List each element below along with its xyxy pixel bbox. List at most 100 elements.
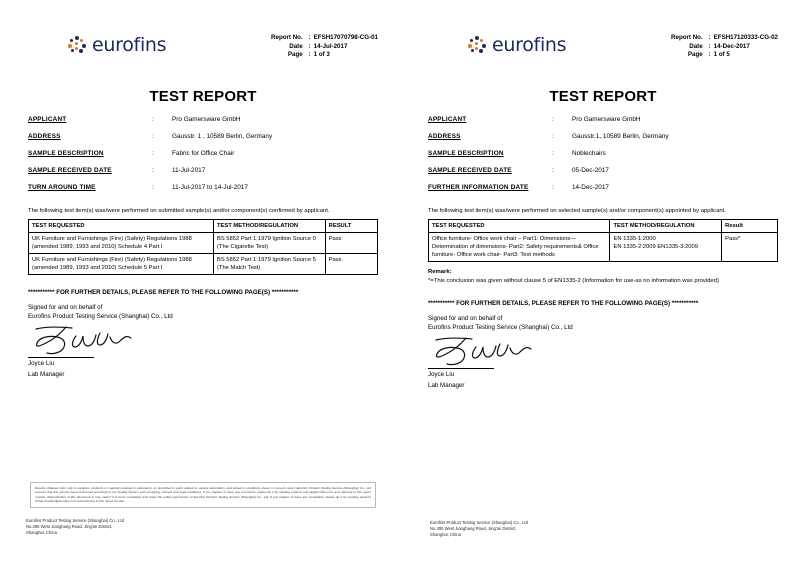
footer-address: Eurofins Product Testing Service (Shangh… xyxy=(430,520,528,538)
report-meta: Report No. : EFSH17120333-CG-02 Date : 1… xyxy=(657,34,778,60)
field-label: SAMPLE DESCRIPTION xyxy=(428,150,504,157)
page-title: TEST REPORT xyxy=(149,88,257,105)
intro-text: The following test item(s) was/were perf… xyxy=(428,208,726,214)
report-meta: Report No. : EFSH17070798-CG-01 Date : 1… xyxy=(257,34,378,60)
page-row: Page : 1 of 3 xyxy=(257,51,378,60)
cell-test-method: BS 5852 Part 1:1979 Ignition Source 0 (T… xyxy=(212,232,326,254)
date-value: 14-Jul-2017 xyxy=(313,42,348,50)
column-header-result: Result xyxy=(721,219,778,233)
colon: : xyxy=(552,116,554,123)
field-label: TURN AROUND TIME xyxy=(28,184,96,191)
eurofins-wordmark: eurofins xyxy=(492,34,567,56)
disclaimer-text: Results obtained refer only to samples, … xyxy=(30,481,376,508)
signature-line xyxy=(28,357,94,358)
page-title: TEST REPORT xyxy=(549,88,657,105)
applicant-fields: APPLICANT : Pro Gamersware GmbH ADDRESS … xyxy=(428,116,778,201)
field-value: Fabric for Office Chair xyxy=(172,150,235,157)
report-no-label: Report No. xyxy=(271,34,303,41)
field-label: FURTHER INFORMATION DATE xyxy=(428,184,529,191)
field-label: ADDRESS xyxy=(28,133,61,140)
further-details-note: *********** FOR FURTHER DETAILS, PLEASE … xyxy=(428,300,699,307)
field-value: Pro Gamersware GmbH xyxy=(572,116,641,123)
page-label: Page xyxy=(687,51,703,59)
footer-city: Shanghai, China xyxy=(26,530,57,535)
report-no-label: Report No. xyxy=(671,34,703,41)
signature-line xyxy=(428,368,494,369)
remark-text: *=This conclusion was given without clau… xyxy=(428,278,719,284)
cell-test-requested: Office furniture- Office work chair – Pa… xyxy=(427,232,611,262)
eurofins-logo: eurofins xyxy=(68,34,167,56)
table-header-row: TEST REQUESTED TEST METHOD/REGULATION RE… xyxy=(28,219,379,233)
field-value: Pro Gamersware GmbH xyxy=(172,116,241,123)
field-row: ADDRESS : Gausstr. 1 , 10589 Berlin, Ger… xyxy=(28,133,378,150)
field-value: 05-Dec-2017 xyxy=(572,167,609,174)
applicant-fields: APPLICANT : Pro Gamersware GmbH ADDRESS … xyxy=(28,116,378,201)
signer-title: Lab Manager xyxy=(28,370,65,378)
eurofins-dots-logo-icon xyxy=(468,35,487,55)
remark-block: Remark: *=This conclusion was given with… xyxy=(428,268,778,286)
table-row: Office furniture- Office work chair – Pa… xyxy=(427,232,778,262)
field-label: SAMPLE RECEIVED DATE xyxy=(428,167,512,174)
handwritten-signature-icon xyxy=(28,323,158,357)
eurofins-dots-logo-icon xyxy=(68,35,87,55)
field-row: SAMPLE DESCRIPTION : Fabric for Office C… xyxy=(28,150,378,167)
signed-company: Eurofins Product Testing Service (Shangh… xyxy=(428,324,573,331)
field-label: SAMPLE DESCRIPTION xyxy=(28,150,104,157)
field-value: Noblechairs xyxy=(572,150,606,157)
field-value: 14-Dec-2017 xyxy=(572,184,609,191)
date-value: 14-Dec-2017 xyxy=(713,42,750,50)
test-results-table: TEST REQUESTED TEST METHOD/REGULATION RE… xyxy=(28,219,379,275)
field-row: SAMPLE RECEIVED DATE : 11-Jul-2017 xyxy=(28,167,378,184)
colon: : xyxy=(552,133,554,140)
cell-test-requested: UK Furniture and Furnishings (Fire) (Saf… xyxy=(28,232,214,254)
cell-test-method: EN 1335-1:2000 EN 1335-2:2009 EN1335-3:2… xyxy=(609,232,723,262)
document-header: eurofins Report No. : EFSH17070798-CG-01… xyxy=(28,0,378,82)
column-header-test-requested: TEST REQUESTED xyxy=(427,219,611,233)
signer-title: Lab Manager xyxy=(428,381,465,389)
colon: : xyxy=(152,133,154,140)
signature-block: Signed for and on behalf of Eurofins Pro… xyxy=(28,303,378,321)
intro-text: The following test item(s) was/were perf… xyxy=(28,208,330,214)
table-row: UK Furniture and Furnishings (Fire) (Saf… xyxy=(28,253,379,275)
table-header-row: TEST REQUESTED TEST METHOD/REGULATION Re… xyxy=(427,219,778,233)
table-row: UK Furniture and Furnishings (Fire) (Saf… xyxy=(28,232,379,254)
footer-address: Eurofins Product Testing Service (Shangh… xyxy=(26,518,124,536)
page-label: Page xyxy=(287,51,303,59)
column-header-test-method: TEST METHOD/REGULATION xyxy=(609,219,723,233)
further-details-note: *********** FOR FURTHER DETAILS, PLEASE … xyxy=(28,289,299,296)
field-value: 11-Jul-2017 xyxy=(172,167,206,174)
field-label: APPLICANT xyxy=(428,116,467,123)
signature-block: Signed for and on behalf of Eurofins Pro… xyxy=(428,314,778,332)
colon: : xyxy=(152,150,154,157)
field-value: Gausstr. 1 , 10589 Berlin, Germany xyxy=(172,133,273,140)
column-header-test-method: TEST METHOD/REGULATION xyxy=(212,219,326,233)
colon: : xyxy=(552,184,554,191)
column-header-result: RESULT xyxy=(324,219,379,233)
report-no-value: EFSH17070798-CG-01 xyxy=(313,34,378,41)
cell-result: Pass xyxy=(324,253,379,275)
report-no-value: EFSH17120333-CG-02 xyxy=(713,34,778,41)
column-header-test-requested: TEST REQUESTED xyxy=(28,219,214,233)
report-no-row: Report No. : EFSH17070798-CG-01 xyxy=(257,34,378,43)
cell-result: Pass* xyxy=(721,232,778,262)
field-label: APPLICANT xyxy=(28,116,67,123)
page-value: 1 of 3 xyxy=(313,51,330,59)
report-no-row: Report No. : EFSH17120333-CG-02 xyxy=(657,34,778,43)
field-label: SAMPLE RECEIVED DATE xyxy=(28,167,112,174)
page-row: Page : 1 of 5 xyxy=(657,51,778,60)
signer-name: Joyce Liu xyxy=(428,371,455,378)
date-row: Date : 14-Dec-2017 xyxy=(657,43,778,52)
date-label: Date xyxy=(689,42,703,50)
signed-for-label: Signed for and on behalf of xyxy=(28,304,103,311)
eurofins-logo: eurofins xyxy=(468,34,567,56)
cell-test-requested: UK Furniture and Furnishings (Fire) (Saf… xyxy=(28,253,214,275)
field-row: SAMPLE RECEIVED DATE : 05-Dec-2017 xyxy=(428,167,778,184)
field-row: FURTHER INFORMATION DATE : 14-Dec-2017 xyxy=(428,184,778,201)
signed-company: Eurofins Product Testing Service (Shangh… xyxy=(28,313,173,320)
signer-name: Joyce Liu xyxy=(28,360,55,367)
date-row: Date : 14-Jul-2017 xyxy=(257,43,378,52)
test-results-table: TEST REQUESTED TEST METHOD/REGULATION Re… xyxy=(427,219,778,262)
cell-test-method: BS 5852 Part 1:1979 Ignition Source 5 (T… xyxy=(212,253,326,275)
colon: : xyxy=(152,116,154,123)
colon: : xyxy=(152,184,154,191)
